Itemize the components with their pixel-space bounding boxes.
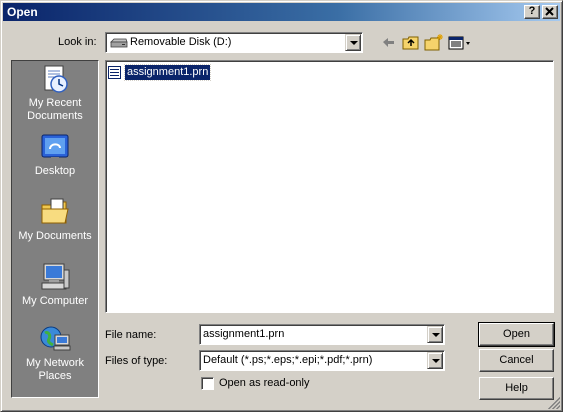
place-desktop[interactable]: Desktop (12, 131, 98, 178)
close-icon (545, 7, 554, 16)
file-list[interactable]: assignment1.prn (105, 60, 554, 313)
place-label-desktop: Desktop (34, 165, 76, 177)
network-places-icon (39, 323, 71, 355)
look-in-dropdown[interactable]: Removable Disk (D:) (105, 32, 363, 53)
up-folder-icon (402, 36, 419, 50)
up-folder-button[interactable] (401, 33, 421, 53)
place-label-my-computer: My Computer (21, 295, 89, 307)
files-of-type-value: Default (*.ps;*.eps;*.epi;*.pdf;*.prn) (203, 354, 373, 366)
look-in-label: Look in: (58, 36, 97, 48)
back-icon (383, 38, 394, 47)
place-label-network: My Network Places (25, 357, 85, 382)
new-folder-button[interactable] (423, 33, 445, 53)
my-documents-icon (39, 196, 71, 228)
open-button[interactable]: Open (478, 322, 555, 347)
place-my-documents[interactable]: My Documents (12, 196, 98, 243)
place-label-recent: My Recent Documents (27, 97, 83, 122)
place-label-my-documents: My Documents (18, 230, 92, 242)
open-dialog: Open ? Look in: Removable Disk (D:) My R… (0, 0, 563, 412)
file-name-value: assignment1.prn (203, 328, 285, 340)
file-name-label: File name: (105, 329, 157, 341)
cancel-button[interactable]: Cancel (479, 349, 554, 372)
place-my-network-places[interactable]: My Network Places (12, 323, 98, 383)
resize-grip[interactable] (548, 397, 560, 409)
recent-documents-icon (39, 63, 71, 95)
close-button[interactable] (542, 5, 558, 19)
read-only-checkbox[interactable] (201, 377, 214, 390)
desktop-icon (39, 131, 71, 163)
place-my-computer[interactable]: My Computer (12, 261, 98, 308)
file-name-arrow[interactable] (427, 326, 443, 343)
place-my-recent-documents[interactable]: My Recent Documents (12, 63, 98, 123)
look-in-value: Removable Disk (D:) (130, 36, 232, 48)
file-name-text: assignment1.prn (123, 64, 212, 81)
read-only-label[interactable]: Open as read-only (219, 377, 310, 390)
help-title-button[interactable]: ? (524, 5, 540, 19)
view-menu-button[interactable] (447, 33, 473, 53)
files-of-type-dropdown[interactable]: Default (*.ps;*.eps;*.epi;*.pdf;*.prn) (199, 350, 445, 371)
my-computer-icon (39, 261, 71, 293)
help-button[interactable]: Help (479, 377, 554, 400)
back-button[interactable] (379, 33, 399, 53)
dialog-title: Open (7, 5, 38, 19)
places-bar: My Recent Documents Desktop My Documents… (11, 60, 99, 398)
removable-disk-icon (110, 37, 128, 52)
files-of-type-label: Files of type: (105, 355, 168, 367)
files-of-type-arrow[interactable] (427, 352, 443, 369)
look-in-arrow[interactable] (345, 34, 361, 51)
new-folder-icon (424, 34, 443, 51)
title-bar[interactable]: Open ? (3, 3, 560, 21)
prn-file-icon (108, 66, 121, 79)
file-name-field[interactable]: assignment1.prn (199, 324, 445, 345)
view-menu-icon (448, 36, 470, 50)
